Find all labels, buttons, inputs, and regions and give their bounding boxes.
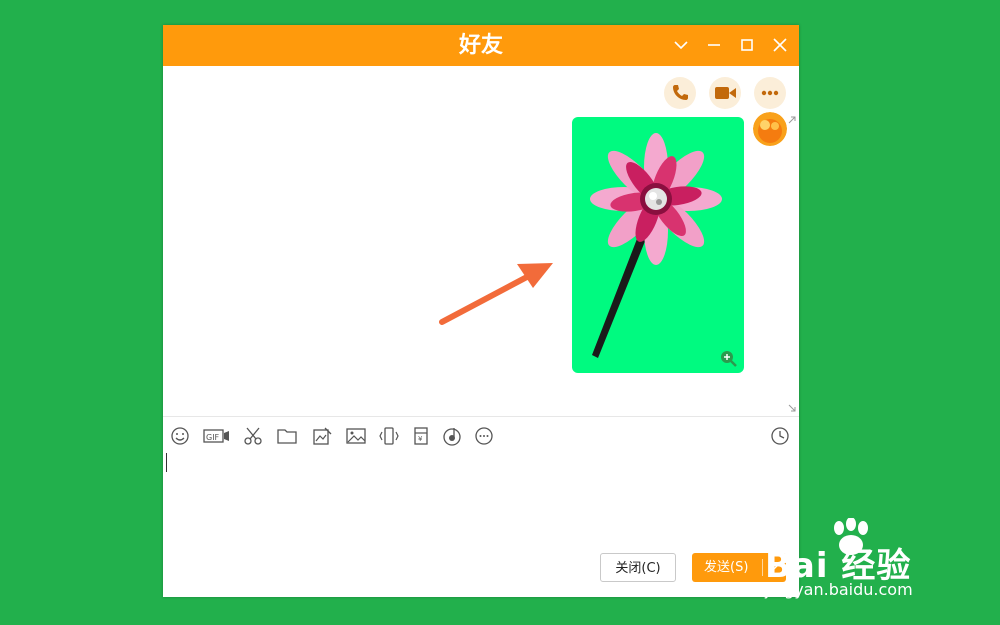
minimize-icon[interactable] <box>704 35 724 55</box>
message-input[interactable] <box>163 450 799 550</box>
more-icon[interactable] <box>473 425 495 447</box>
more-dots-icon <box>761 90 779 96</box>
sent-image-message[interactable] <box>572 117 744 373</box>
zoom-in-icon[interactable] <box>721 351 737 367</box>
send-button-label: 发送(S) <box>704 560 749 575</box>
watermark: Bai 经验 jingyan.baidu.com <box>765 518 955 608</box>
close-icon[interactable] <box>770 35 790 55</box>
folder-icon[interactable] <box>276 425 298 447</box>
svg-text:¥: ¥ <box>418 435 423 443</box>
avatar[interactable] <box>753 112 787 146</box>
text-cursor <box>166 453 167 472</box>
watermark-url: jingyan.baidu.com <box>765 580 913 599</box>
send-button-separator <box>762 559 763 576</box>
maximize-icon[interactable] <box>737 35 757 55</box>
title-bar: 好友 <box>163 25 799 66</box>
red-envelope-icon[interactable]: ¥ <box>410 425 432 447</box>
divider <box>163 416 799 417</box>
emoji-icon[interactable] <box>169 425 191 447</box>
svg-text:GIF: GIF <box>206 433 220 442</box>
close-button[interactable]: 关闭(C) <box>600 553 676 582</box>
clock-icon[interactable] <box>769 425 791 447</box>
voice-call-button[interactable] <box>664 77 696 109</box>
arrow-annotation <box>439 263 553 325</box>
flower-pinwheel-image <box>590 133 737 367</box>
image-icon[interactable] <box>345 425 367 447</box>
music-icon[interactable] <box>441 425 463 447</box>
collapse-icon[interactable] <box>787 115 797 125</box>
image-edit-icon[interactable] <box>311 425 333 447</box>
shake-icon[interactable] <box>378 425 400 447</box>
video-call-button[interactable] <box>709 77 741 109</box>
more-button[interactable] <box>754 77 786 109</box>
expand-icon[interactable] <box>787 403 797 413</box>
video-camera-icon <box>715 87 736 99</box>
scissors-icon[interactable] <box>242 425 264 447</box>
gif-icon[interactable]: GIF <box>203 425 231 447</box>
chevron-down-icon[interactable] <box>671 35 691 55</box>
phone-icon <box>673 85 688 100</box>
